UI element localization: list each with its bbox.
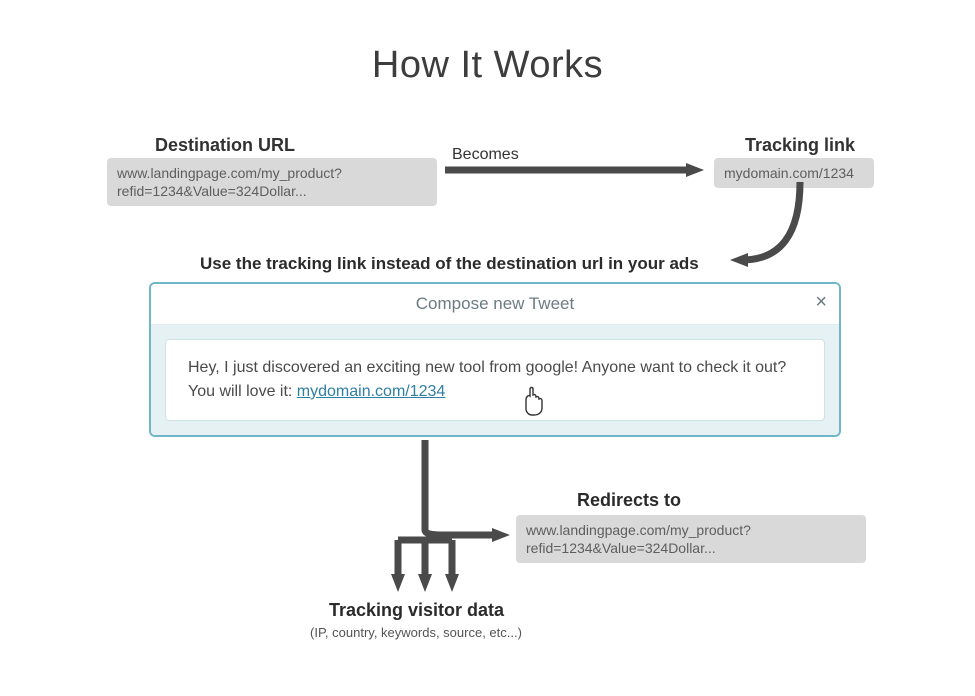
redirects-to-label: Redirects to: [577, 490, 681, 511]
tweet-tracking-link[interactable]: mydomain.com/1234: [297, 383, 446, 400]
tracking-link-box: mydomain.com/1234: [714, 158, 874, 188]
tracking-link-label: Tracking link: [745, 135, 855, 156]
compose-tweet-header: Compose new Tweet ×: [151, 284, 839, 325]
tracking-to-instruction-arrow-icon: [742, 182, 800, 260]
tweet-text[interactable]: Hey, I just discovered an exciting new t…: [165, 339, 825, 421]
destination-url-label: Destination URL: [155, 135, 295, 156]
tracking-visitor-subtitle: (IP, country, keywords, source, etc...): [310, 625, 522, 640]
tweet-to-redirect-arrow-icon: [425, 440, 498, 535]
becomes-label: Becomes: [452, 146, 519, 164]
compose-tweet-title: Compose new Tweet: [416, 294, 574, 314]
destination-url-box: www.landingpage.com/my_product?refid=123…: [107, 158, 437, 206]
compose-tweet-panel: Compose new Tweet × Hey, I just discover…: [149, 282, 841, 437]
compose-tweet-body: Hey, I just discovered an exciting new t…: [151, 325, 839, 435]
diagram-canvas: How It Works Destination URL www.landing…: [0, 0, 975, 696]
redirects-to-box: www.landingpage.com/my_product?refid=123…: [516, 515, 866, 563]
close-icon[interactable]: ×: [815, 292, 827, 312]
tracking-visitor-title: Tracking visitor data: [329, 600, 504, 621]
page-title: How It Works: [0, 44, 975, 87]
tweet-text-content: Hey, I just discovered an exciting new t…: [188, 359, 786, 400]
use-tracking-link-instruction: Use the tracking link instead of the des…: [200, 254, 699, 274]
